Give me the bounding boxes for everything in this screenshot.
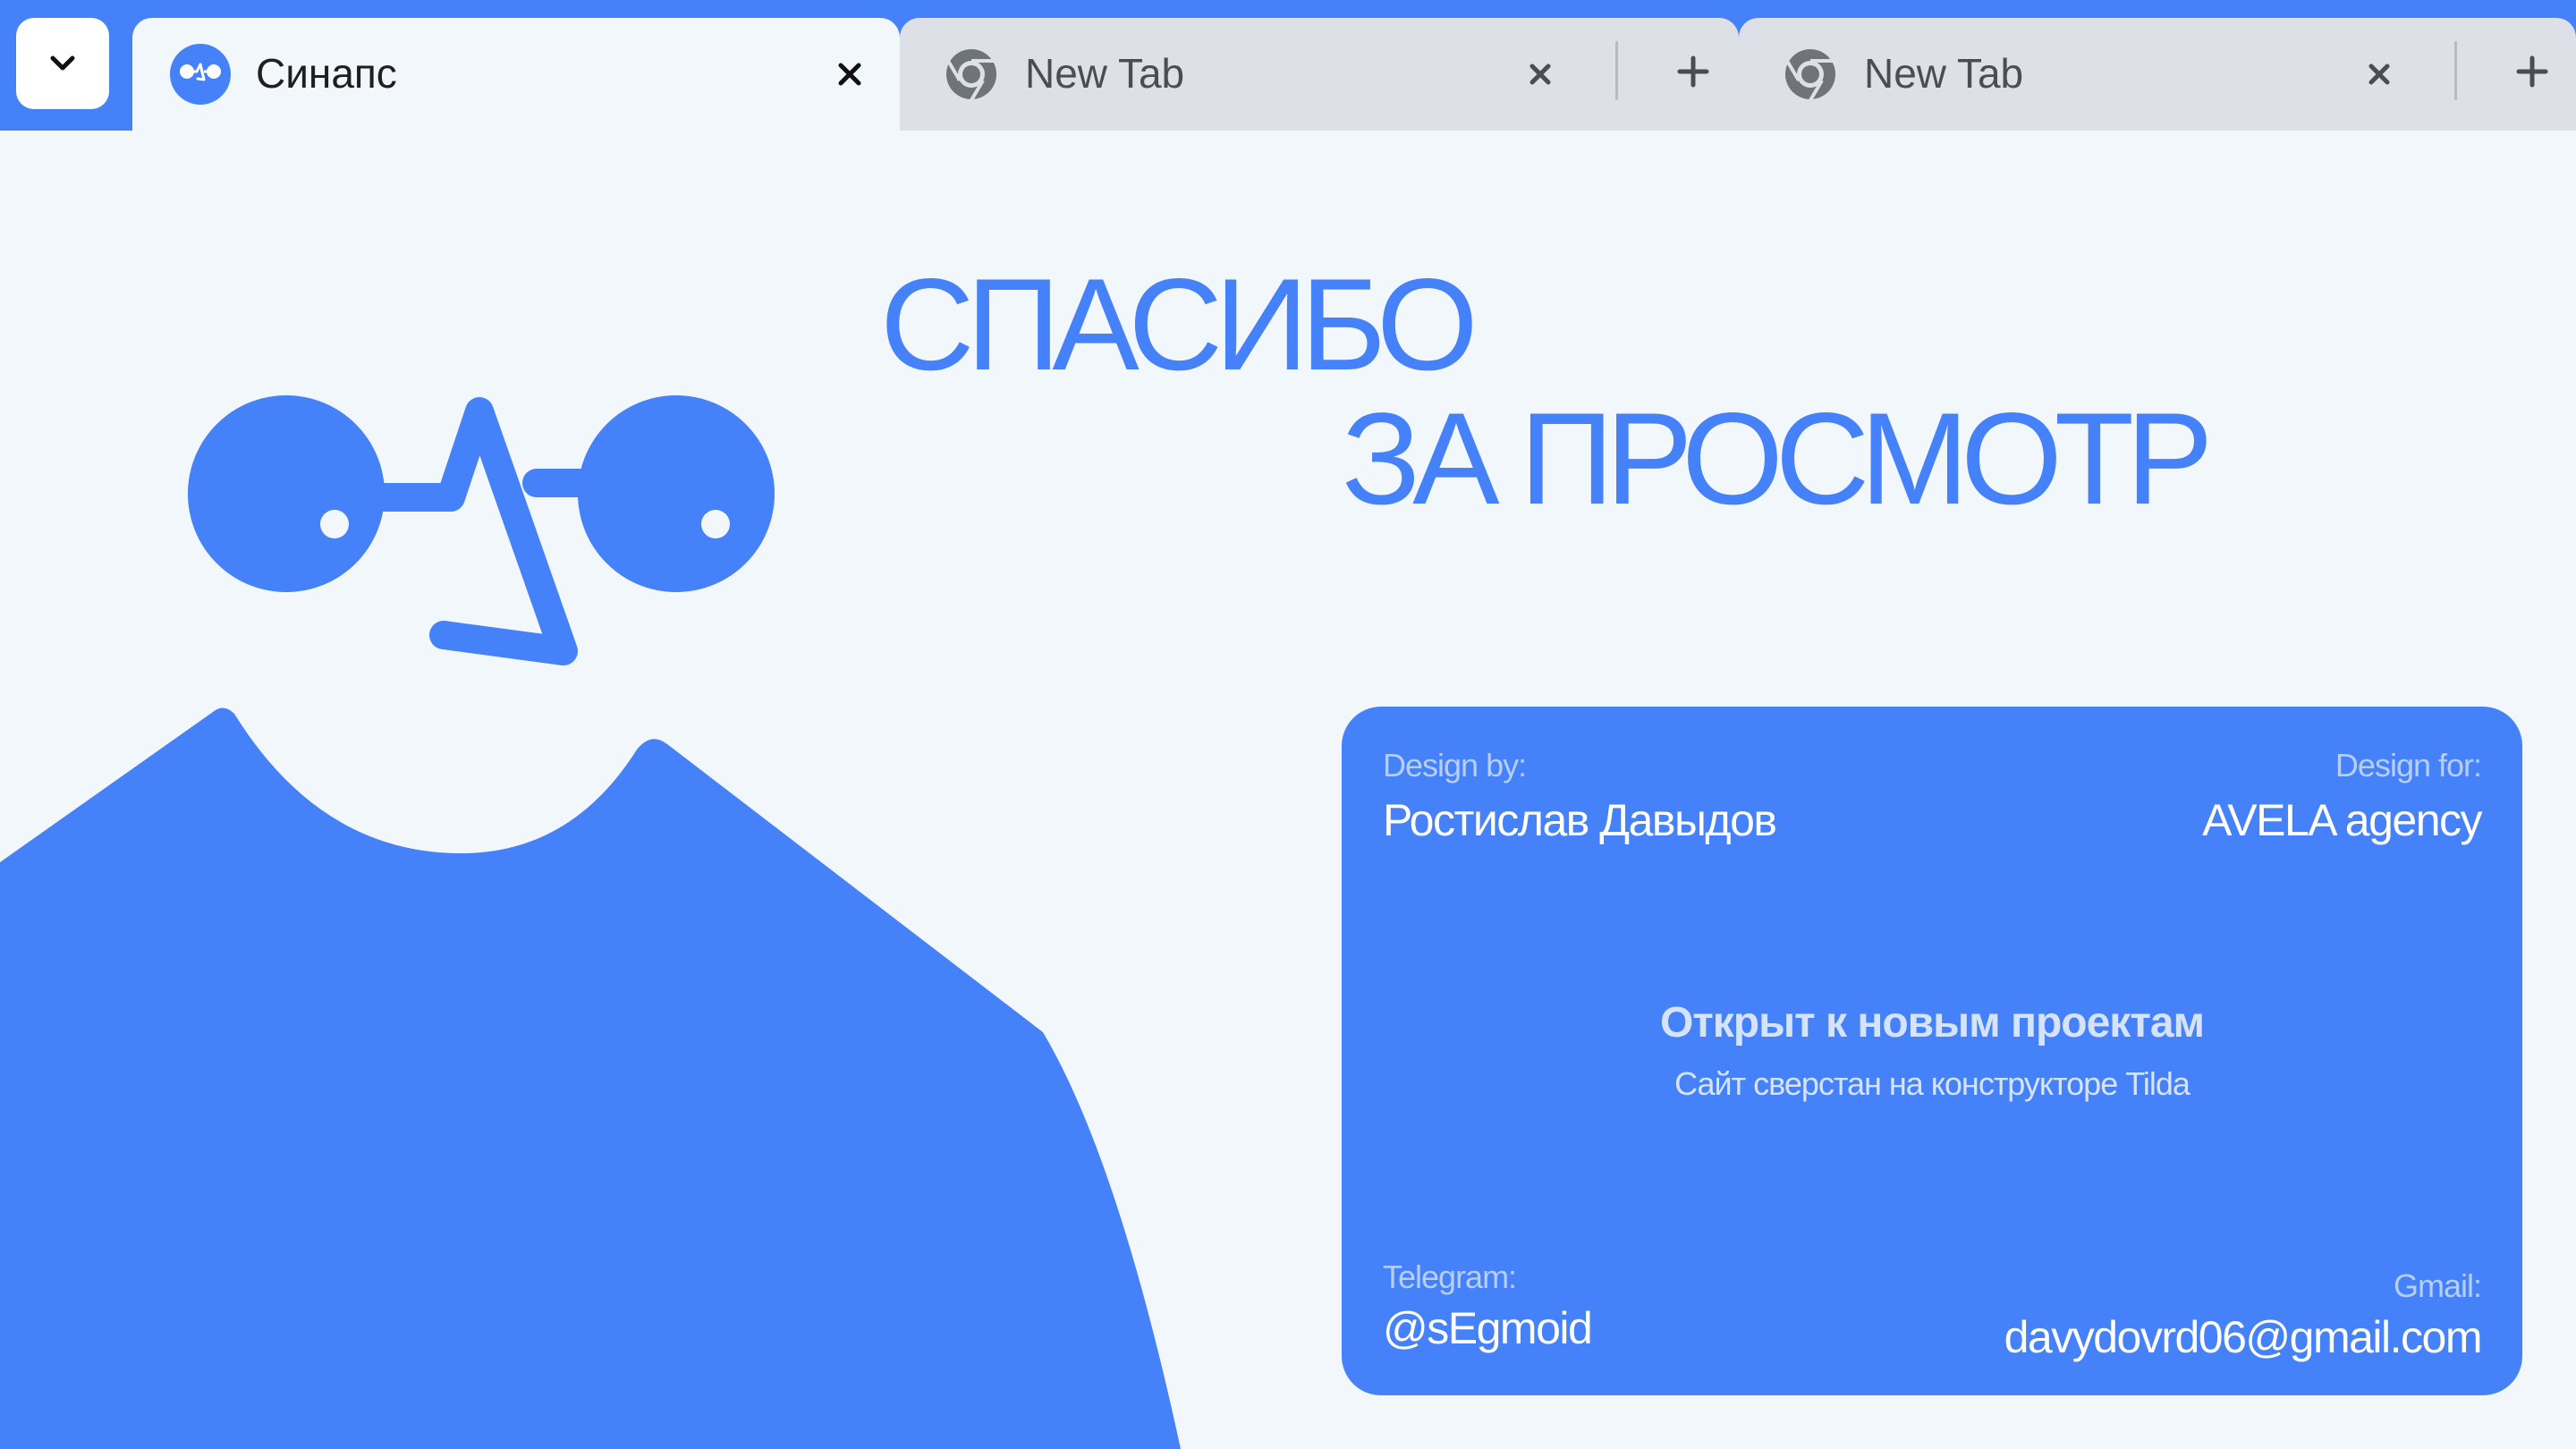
tab-new-tab[interactable]: New Tab (900, 18, 1739, 131)
chrome-icon (946, 49, 996, 102)
hero-title-line-2: ЗА ПРОСМОТР (1342, 386, 2213, 531)
telegram-link[interactable]: @sEgmoid (1383, 1301, 1593, 1356)
hero-title-line-1: СПАСИБО (880, 251, 1479, 397)
tab-title: New Tab (1864, 50, 2024, 97)
built-with-note: Сайт сверстан на конструкторе Tilda (1674, 1065, 2190, 1102)
availability-title: Открыт к новым проектам (1659, 999, 2205, 1046)
contact-card: Design by: Ростислав Давыдов Design for:… (1342, 707, 2522, 1395)
synapse-face-logo-icon (170, 44, 231, 105)
design-by-value: Ростислав Давыдов (1383, 795, 1777, 845)
tab-new-tab[interactable]: New Tab (1739, 18, 2576, 131)
telegram-label: Telegram: (1383, 1258, 1517, 1295)
new-tab-plus-icon[interactable] (1671, 49, 1716, 94)
close-icon[interactable] (832, 56, 868, 92)
tab-title: New Tab (1025, 50, 1185, 97)
tab-title: Синапс (256, 50, 397, 97)
browser-tab-strip: Синапс New Tab New Tab (0, 0, 2576, 131)
chrome-icon (1785, 49, 1835, 102)
chevron-down-icon (50, 55, 75, 71)
new-tab-plus-icon[interactable] (2510, 49, 2555, 94)
close-icon[interactable] (1522, 56, 1558, 92)
design-by-label: Design by: (1383, 747, 1527, 784)
tab-search-menu-button[interactable] (16, 18, 109, 109)
tab-synapse[interactable]: Синапс (132, 18, 900, 131)
gmail-link[interactable]: davydovrd06@gmail.com (2004, 1309, 2483, 1365)
tab-divider (2454, 41, 2457, 100)
gmail-label: Gmail: (2393, 1267, 2482, 1304)
tab-divider (1615, 41, 1618, 100)
close-icon[interactable] (2361, 56, 2397, 92)
design-for-value: AVELA agency (2202, 795, 2482, 845)
design-for-label: Design for: (2334, 747, 2482, 784)
